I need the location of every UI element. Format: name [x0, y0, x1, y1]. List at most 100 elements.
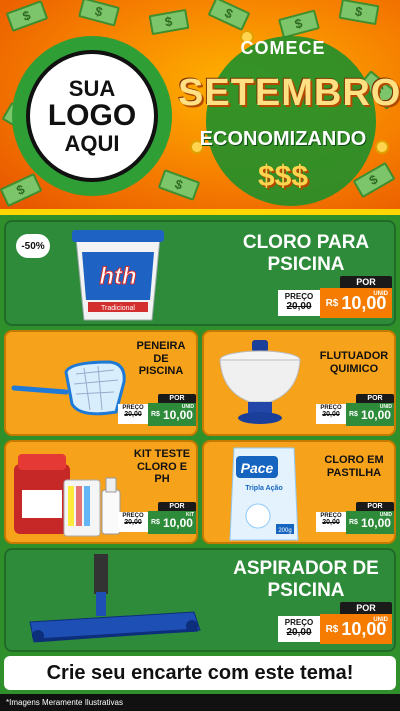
preco-label: PREÇO — [284, 292, 314, 301]
unit-label: KIT — [185, 512, 194, 518]
product-card-cloro[interactable]: -50% hth Tradicional CLORO PARA PSICINA … — [4, 220, 396, 326]
current-price: R$ 10,00 KIT — [148, 511, 196, 534]
product-name-line1: ASPIRADOR DE — [233, 558, 379, 579]
chlorine-tablet-package-image: Pace Tripla Ação 200g — [229, 447, 299, 541]
campaign-line2: SETEMBRO — [178, 72, 400, 114]
por-label: POR — [158, 394, 196, 403]
discount-badge: -50% — [16, 234, 50, 258]
old-price: 20,00 — [322, 411, 340, 418]
product-name: ASPIRADOR DE PSICINA — [218, 558, 394, 602]
product-name-line3: PISCINA — [138, 365, 184, 378]
product-name-line1: KIT TESTE — [133, 448, 191, 460]
logo-line3: AQUI — [64, 130, 120, 156]
current-price: R$ 10,00 UNID — [320, 614, 392, 644]
currency: R$ — [151, 519, 160, 526]
old-price-box: PREÇO 20,00 — [278, 290, 320, 316]
bucket-brand: hth — [99, 263, 136, 290]
tablet-weight: 200g — [278, 528, 291, 534]
tablet-sublabel: Tripla Ação — [245, 485, 282, 492]
product-name-line2: QUIMICO — [329, 362, 379, 375]
current-price: R$ 10,00 UNID — [346, 511, 394, 534]
disclaimer-text: *Imagens Meramente Ilustrativas — [0, 694, 400, 711]
product-name-line2: PSICINA — [267, 253, 345, 275]
product-name-line2: DE — [153, 352, 169, 365]
currency: R$ — [349, 519, 358, 526]
logo-line2: LOGO — [47, 99, 137, 133]
pool-vacuum-image — [29, 554, 201, 643]
currency: R$ — [325, 623, 339, 635]
product-name: CLORO PARA PSICINA — [218, 232, 394, 276]
currency: R$ — [151, 411, 160, 418]
old-price-box: PREÇO 20,00 — [118, 404, 148, 424]
campaign-title: COMECE SETEMBRO ECONOMIZANDO $$$ — [178, 28, 400, 208]
product-name: PENEIRA DE PISCINA — [126, 340, 196, 378]
unit-label: UNID — [373, 617, 388, 623]
unit-label: UNID — [379, 404, 392, 410]
campaign-line3: ECONOMIZANDO — [199, 128, 367, 150]
por-label: POR — [356, 502, 394, 511]
por-label: POR — [340, 276, 392, 288]
currency: R$ — [325, 297, 339, 309]
logo-circle: SUA LOGO AQUI — [26, 50, 158, 182]
por-label: POR — [340, 602, 392, 614]
cta-banner[interactable]: Crie seu encarte com este tema! — [4, 656, 396, 690]
campaign-line1: COMECE — [240, 38, 326, 58]
price-tag: POR PREÇO 20,00 R$ 10,00 UNID — [118, 394, 196, 428]
money-bill-icon — [207, 0, 251, 32]
product-card-peneira[interactable]: PENEIRA DE PISCINA POR PREÇO 20,00 R$ 10… — [4, 330, 198, 436]
pool-skimmer-image — [11, 360, 126, 416]
product-name-line1: CLORO PARA — [242, 232, 370, 253]
por-label: POR — [356, 394, 394, 403]
logo-placeholder: SUA LOGO AQUI — [12, 36, 172, 196]
unit-label: UNID — [379, 512, 392, 518]
product-name: KIT TESTE CLORO E PH — [126, 448, 196, 486]
old-price: 20,00 — [322, 519, 340, 526]
product-card-pastilha[interactable]: Pace Tripla Ação 200g CLORO EM PASTILHA … — [202, 440, 396, 544]
money-bill-icon — [78, 0, 120, 27]
preco-label: PREÇO — [284, 618, 314, 627]
old-price-box: PREÇO 20,00 — [316, 512, 346, 532]
current-price: R$ 10,00 UNID — [320, 288, 392, 318]
product-name-line2: CLORO E — [136, 460, 188, 473]
product-name-line2: PASTILHA — [326, 466, 382, 479]
product-card-flutuador[interactable]: FLUTUADOR QUIMICO POR PREÇO 20,00 R$ 10,… — [202, 330, 396, 436]
old-price-box: PREÇO 20,00 — [316, 404, 346, 424]
money-bill-icon — [338, 0, 380, 26]
test-kit-image — [14, 454, 121, 537]
product-name-line3: PH — [154, 473, 170, 486]
tablet-brand: Pace — [241, 460, 274, 476]
old-price-box: PREÇO 20,00 — [278, 616, 320, 642]
price-tag: POR PREÇO 20,00 R$ 10,00 UNID — [316, 394, 394, 428]
price-tag: POR PREÇO 20,00 R$ 10,00 UNID — [316, 502, 394, 536]
chlorine-bucket-image: hth Tradicional — [72, 230, 164, 321]
old-price: 20,00 — [124, 519, 142, 526]
price-tag: POR PREÇO 20,00 R$ 10,00 UNID — [278, 602, 392, 646]
old-price: 20,00 — [286, 627, 312, 638]
money-bill-icon — [5, 0, 49, 32]
old-price-box: PREÇO 20,00 — [118, 512, 148, 532]
product-name-line1: CLORO EM — [324, 454, 384, 466]
money-bill-icon — [0, 172, 43, 208]
product-name: FLUTUADOR QUIMICO — [314, 350, 394, 375]
current-price: R$ 10,00 UNID — [148, 403, 196, 426]
product-name: CLORO EM PASTILHA — [312, 454, 394, 479]
unit-label: UNID — [181, 404, 194, 410]
product-card-aspirador[interactable]: ASPIRADOR DE PSICINA POR PREÇO 20,00 R$ … — [4, 548, 396, 652]
old-price: 20,00 — [124, 411, 142, 418]
product-name-line2: PSICINA — [267, 579, 345, 601]
product-name-line1: PENEIRA — [136, 340, 186, 352]
old-price: 20,00 — [286, 301, 312, 312]
header-banner: SUA LOGO AQUI COMECE SETEMBRO ECONOMIZAN… — [0, 0, 400, 213]
header-divider — [0, 209, 400, 215]
currency: R$ — [349, 411, 358, 418]
current-price: R$ 10,00 UNID — [346, 403, 394, 426]
chemical-floater-image — [219, 340, 301, 424]
logo-line1: SUA — [68, 76, 116, 102]
price-tag: POR PREÇO 20,00 R$ 10,00 KIT — [118, 502, 196, 536]
campaign-line4: $$$ — [257, 160, 309, 193]
price-tag: POR PREÇO 20,00 R$ 10,00 UNID — [278, 276, 392, 320]
product-name-line1: FLUTUADOR — [319, 350, 389, 362]
bucket-sublabel: Tradicional — [101, 305, 135, 312]
product-card-kit-teste[interactable]: KIT TESTE CLORO E PH POR PREÇO 20,00 R$ … — [4, 440, 198, 544]
por-label: POR — [158, 502, 196, 511]
